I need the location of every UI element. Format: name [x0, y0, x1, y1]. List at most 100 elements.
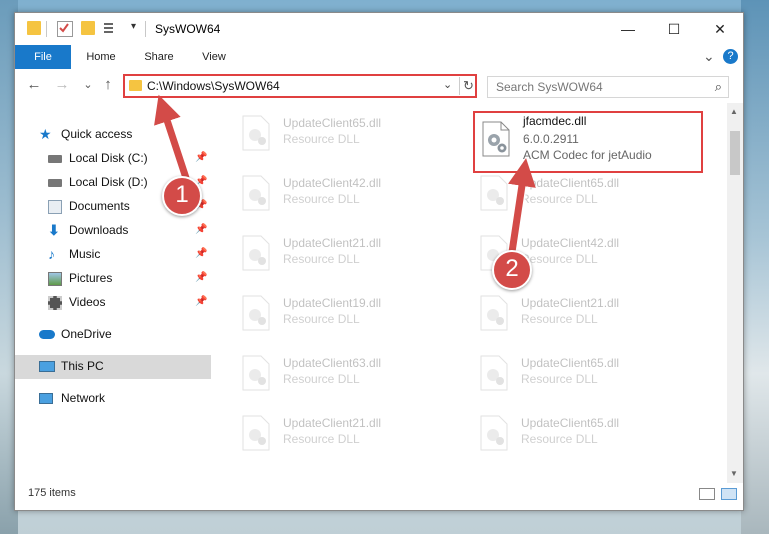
file-tile[interactable]: UpdateClient63.dll Resource DLL [231, 347, 451, 403]
nav-label: Videos [69, 295, 106, 309]
search-box[interactable]: Search SysWOW64 ⌕ [487, 76, 729, 98]
details-view-icon[interactable] [699, 488, 715, 500]
minimize-button[interactable]: — [605, 13, 651, 45]
dll-file-icon [242, 415, 270, 451]
music-icon: ♪ [48, 246, 55, 262]
file-description: ACM Codec for jetAudio [523, 148, 652, 162]
folder-icon [129, 80, 142, 91]
explorer-window: ▾ SysWOW64 — ☐ ✕ File Home Share View ⌄ … [14, 12, 744, 511]
nav-label: Downloads [69, 223, 129, 237]
item-count: 175 items [28, 487, 76, 499]
vertical-scrollbar[interactable]: ▲ ▼ [727, 103, 743, 483]
nav-item-pictures[interactable]: Pictures 📌 [15, 267, 211, 291]
pin-icon: 📌 [195, 296, 208, 307]
file-version: 6.0.0.2911 [523, 132, 579, 146]
callout-badge-2: 2 [492, 250, 532, 290]
file-tile[interactable]: UpdateClient21.dll Resource DLL [231, 227, 451, 283]
address-path[interactable]: C:\Windows\SysWOW64 [147, 79, 280, 93]
large-icons-view-icon[interactable] [721, 488, 737, 500]
nav-item-local-disk-c[interactable]: Local Disk (C:) 📌 [15, 147, 211, 171]
nav-item-music[interactable]: ♪ Music 📌 [15, 243, 211, 267]
nav-label: This PC [61, 359, 104, 373]
back-button[interactable]: ← [25, 76, 43, 94]
dll-file-icon [242, 295, 270, 331]
search-input[interactable]: Search SysWOW64 [496, 80, 603, 94]
file-tile[interactable]: UpdateClient42.dll Resource DLL [231, 167, 451, 223]
pin-icon: 📌 [195, 248, 208, 259]
pc-icon [39, 361, 55, 372]
help-icon[interactable]: ? [723, 49, 738, 64]
quick-access-dropdown-icon[interactable]: ▾ [131, 21, 136, 32]
tab-file[interactable]: File [15, 45, 71, 69]
file-name: UpdateClient65.dll [283, 116, 382, 130]
customize-toolbar-icon[interactable] [103, 21, 117, 35]
nav-item-quick-access[interactable]: ★ Quick access [15, 123, 211, 147]
file-tile[interactable]: UpdateClient21.dll Resource DLL [231, 407, 451, 463]
network-icon [39, 393, 53, 404]
dll-file-icon [480, 175, 508, 211]
file-type: Resource DLL [283, 192, 360, 206]
dll-file-icon [242, 175, 270, 211]
file-name: UpdateClient21.dll [283, 416, 382, 430]
dll-file-icon [480, 295, 508, 331]
file-tile[interactable]: UpdateClient65.dll Resource DLL [469, 347, 689, 403]
close-button[interactable]: ✕ [697, 13, 743, 45]
address-dropdown-icon[interactable]: ⌄ [443, 78, 452, 91]
scroll-thumb[interactable] [730, 131, 740, 175]
nav-label: OneDrive [61, 327, 112, 341]
file-name: UpdateClient19.dll [283, 296, 382, 310]
tab-share[interactable]: Share [131, 45, 187, 69]
nav-item-onedrive[interactable]: OneDrive [15, 323, 211, 347]
file-tile[interactable]: UpdateClient65.dll Resource DLL [469, 167, 689, 223]
dll-file-icon [242, 235, 270, 271]
file-type: Resource DLL [521, 312, 598, 326]
up-button[interactable]: ↑ [99, 76, 117, 94]
file-tile[interactable]: UpdateClient65.dll Resource DLL [231, 107, 451, 163]
nav-label: Quick access [61, 127, 133, 141]
search-icon[interactable]: ⌕ [715, 79, 722, 95]
file-name: UpdateClient65.dll [521, 416, 620, 430]
nav-label: Local Disk (D:) [69, 175, 148, 189]
refresh-button[interactable]: ↻ [459, 77, 477, 95]
file-tile[interactable]: UpdateClient21.dll Resource DLL [469, 287, 689, 343]
navigation-pane: ★ Quick access Local Disk (C:) 📌 Local D… [15, 103, 211, 483]
nav-item-downloads[interactable]: ⬇ Downloads 📌 [15, 219, 211, 243]
nav-label: Pictures [69, 271, 113, 285]
nav-item-this-pc[interactable]: This PC [15, 355, 211, 379]
scroll-up-arrow[interactable]: ▲ [730, 107, 738, 116]
address-bar-row: ← → ⌄ ↑ C:\Windows\SysWOW64 ⌄ ↻ Search S… [15, 69, 743, 103]
recent-locations-button[interactable]: ⌄ [79, 76, 97, 94]
nav-item-videos[interactable]: Videos 📌 [15, 291, 211, 315]
file-type: Resource DLL [521, 372, 598, 386]
file-type: Resource DLL [283, 132, 360, 146]
properties-icon[interactable] [57, 21, 73, 37]
tab-view[interactable]: View [189, 45, 239, 69]
documents-icon [48, 200, 62, 214]
pin-icon: 📌 [195, 152, 208, 163]
videos-icon [48, 296, 62, 310]
file-name: UpdateClient21.dll [521, 296, 620, 310]
forward-button[interactable]: → [53, 76, 71, 94]
ribbon-expand-icon[interactable]: ⌄ [703, 48, 715, 65]
highlighted-file-tile[interactable]: jfacmdec.dll 6.0.0.2911 ACM Codec for je… [473, 111, 703, 173]
ribbon: File Home Share View ⌄ ? [15, 45, 743, 69]
file-tile[interactable]: UpdateClient65.dll Resource DLL [469, 407, 689, 463]
dll-file-icon [480, 415, 508, 451]
new-folder-icon[interactable] [81, 21, 95, 35]
file-tile[interactable]: UpdateClient19.dll Resource DLL [231, 287, 451, 343]
nav-label: Music [69, 247, 101, 261]
title-bar: ▾ SysWOW64 — ☐ ✕ [15, 13, 743, 45]
downloads-icon: ⬇ [48, 222, 60, 238]
scroll-down-arrow[interactable]: ▼ [730, 469, 738, 478]
maximize-button[interactable]: ☐ [651, 13, 697, 45]
nav-label: Documents [69, 199, 130, 213]
file-name: UpdateClient65.dll [521, 356, 620, 370]
dll-file-icon [242, 115, 270, 151]
pin-icon: 📌 [195, 272, 208, 283]
nav-item-network[interactable]: Network [15, 387, 211, 411]
pin-icon: 📌 [195, 224, 208, 235]
file-type: Resource DLL [521, 432, 598, 446]
address-bar[interactable]: C:\Windows\SysWOW64 ⌄ ↻ [123, 74, 477, 98]
file-type: Resource DLL [521, 252, 598, 266]
tab-home[interactable]: Home [73, 45, 129, 69]
